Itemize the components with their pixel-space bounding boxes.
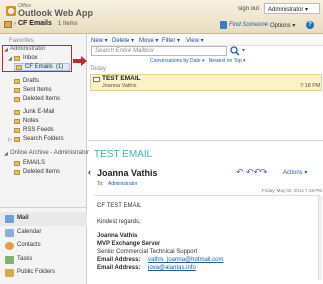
sidebar-item-deleted-items[interactable]: Deleted Items [23, 96, 60, 102]
body-line: Kindest regards, [97, 219, 141, 225]
reading-scrollbar[interactable] [318, 196, 322, 280]
sent-items-icon [14, 88, 20, 93]
reading-subject: TEST EMAIL [94, 149, 153, 160]
reply-all-icon[interactable]: ↶↶ [246, 167, 261, 178]
reading-date: Friday, May 02, 2012 7:18 PM [262, 188, 322, 193]
module-label-calendar[interactable]: Calendar [17, 229, 41, 235]
deleted-items-icon [14, 170, 20, 175]
email-label: Email Address: [97, 257, 141, 263]
filter-label: Filter [162, 38, 176, 44]
envelope-icon [93, 77, 100, 82]
mail-icon [5, 215, 14, 223]
reading-sender[interactable]: Joanna Vathis [97, 168, 158, 178]
app-title: Outlook Web App [18, 8, 93, 18]
new-label: New [91, 38, 104, 44]
junk-mail-icon [14, 110, 20, 115]
view-button[interactable]: View ▾ [186, 37, 204, 44]
sign-out-link[interactable]: sign out [238, 6, 259, 12]
user-name: Administrator [268, 7, 304, 13]
reply-icon[interactable]: ↶ [236, 167, 244, 178]
breadcrumb-count: 1 Items [58, 21, 78, 27]
notes-icon [14, 119, 20, 124]
sidebar-item-search-folders[interactable]: Search Folders [23, 136, 64, 142]
chevron-right-icon: › [14, 21, 16, 27]
archive-root[interactable]: Online Archive - Administrator [10, 150, 89, 156]
arrow-icon [73, 59, 81, 63]
sidebar-item-drafts[interactable]: Drafts [23, 78, 39, 84]
options-label: Options [270, 23, 291, 29]
group-header-today: Today [90, 66, 107, 72]
highlight-box [2, 45, 72, 72]
find-someone-link[interactable]: Find Someone [229, 22, 268, 28]
to-label: To: [97, 181, 104, 187]
address-book-icon[interactable] [220, 21, 227, 29]
forward-icon[interactable]: ↷ [260, 167, 268, 178]
module-label-tasks[interactable]: Tasks [17, 256, 32, 262]
module-label-contacts[interactable]: Contacts [17, 242, 41, 248]
sidebar-item-sent-items[interactable]: Sent Items [23, 87, 52, 93]
delete-button[interactable]: Delete ▾ [112, 37, 134, 44]
signature-name: Joanna Vathis [97, 233, 138, 239]
sidebar-item-junk-email[interactable]: Junk E-Mail [23, 109, 54, 115]
options-menu[interactable]: Options ▾ [270, 22, 295, 29]
to-recipient[interactable]: Administrator [108, 181, 137, 187]
drafts-icon [14, 79, 20, 84]
module-label-public-folders[interactable]: Public Folders [17, 269, 55, 275]
sidebar-item-rss-feeds[interactable]: RSS Feeds [23, 127, 54, 133]
sidebar-item-emails[interactable]: EMAILS [23, 160, 45, 166]
move-label: Move [139, 38, 154, 44]
sort-conversations[interactable]: Conversations by Date [150, 58, 201, 64]
search-folder-icon [14, 137, 20, 142]
public-folders-icon [5, 269, 14, 277]
delete-label: Delete [112, 38, 130, 44]
user-menu-button[interactable]: Administrator ▾ [264, 3, 320, 14]
folder-icon [14, 161, 20, 166]
email-link[interactable]: jova@alantas.info [148, 265, 196, 271]
module-label-mail[interactable]: Mail [17, 215, 29, 221]
pane-splitter[interactable] [88, 140, 323, 141]
email-link[interactable]: vathis_joanna@hotmail.com [148, 257, 223, 263]
view-label: View [186, 38, 199, 44]
arrow-head-icon [81, 56, 87, 66]
tasks-icon [5, 256, 14, 264]
sort-options[interactable]: Conversations by Date ▾ Newest on Top ▾ [150, 58, 246, 64]
breadcrumb-folder: CF Emails [18, 20, 52, 27]
signature-role: Senior Commercial Technical Support [97, 249, 198, 255]
folder-icon [4, 21, 12, 28]
sidebar-item-archive-deleted-items[interactable]: Deleted Items [23, 169, 60, 175]
search-input[interactable]: Search Entire Mailbox [91, 46, 227, 56]
expand-arrow-icon[interactable]: ▷ [8, 137, 12, 143]
search-icon[interactable] [230, 46, 240, 56]
actions-label: Actions [283, 170, 303, 176]
message-subject: TEST EMAIL [102, 75, 141, 82]
deleted-items-icon [14, 97, 20, 102]
chevron-down-icon: ▾ [292, 23, 296, 29]
message-sender: Joanna Vathis [102, 83, 137, 89]
new-button[interactable]: New ▾ [91, 37, 108, 44]
email-label: Email Address: [97, 265, 141, 271]
rss-feeds-icon [14, 128, 20, 133]
divider [0, 207, 87, 208]
filter-button[interactable]: Filter ▾ [162, 37, 180, 44]
favorites-header[interactable]: Favorites [9, 38, 34, 44]
sort-newest[interactable]: Newest on Top [209, 58, 242, 64]
collapse-header-icon[interactable]: ‹ [88, 167, 91, 177]
calendar-icon [5, 229, 14, 237]
sidebar-item-notes[interactable]: Notes [23, 118, 39, 124]
collapse-arrow-icon[interactable]: ◢ [4, 151, 8, 157]
chevron-down-icon[interactable]: ▾ [242, 47, 245, 54]
signature-title: MVP Exchange Server [97, 241, 161, 247]
body-line: CF TEST EMAIL [97, 203, 142, 209]
chevron-down-icon: ▾ [305, 7, 309, 13]
contacts-icon [5, 242, 14, 250]
message-time: 7:18 PM [300, 83, 321, 89]
actions-menu[interactable]: Actions ▾ [283, 169, 307, 176]
office-logo-icon [6, 6, 16, 16]
help-icon[interactable]: ? [306, 21, 314, 29]
divider [94, 195, 320, 196]
move-button[interactable]: Move ▾ [139, 37, 158, 44]
